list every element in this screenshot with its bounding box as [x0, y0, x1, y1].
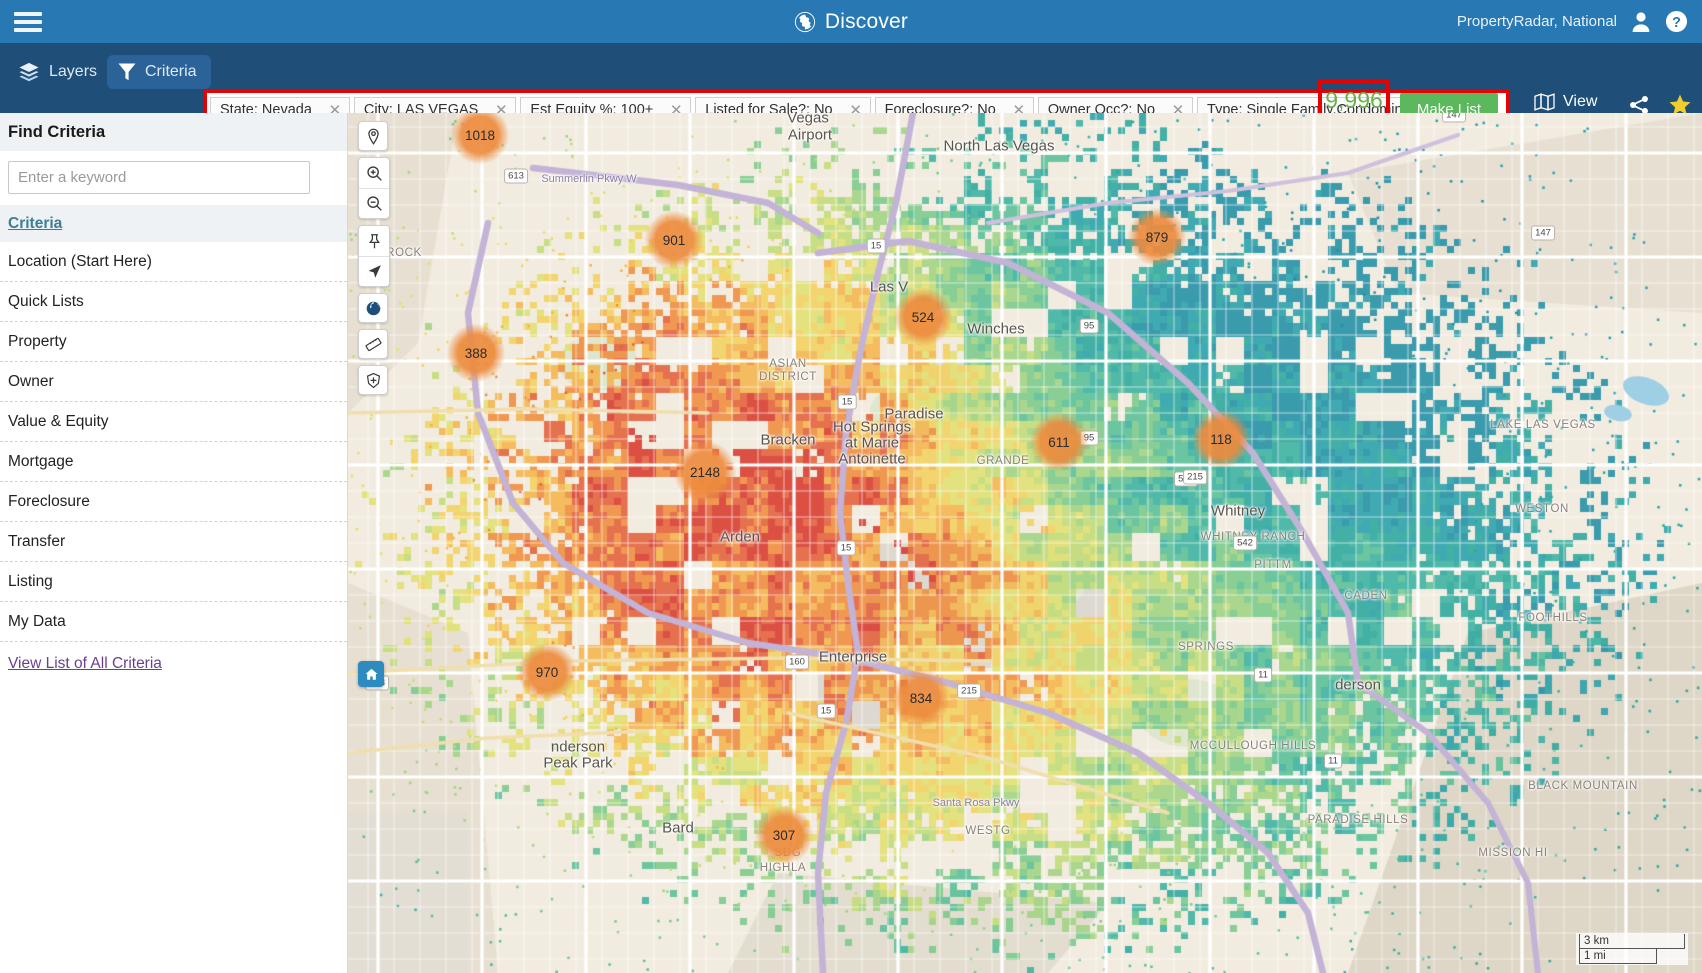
cluster-marker[interactable]: 524: [894, 288, 952, 346]
map-area[interactable]: 1018 901 879 524 388 611 118 2148 970 834 307 Vega…: [348, 113, 1702, 973]
cluster-marker[interactable]: 879: [1128, 208, 1186, 266]
account-name: PropertyRadar, National: [1456, 13, 1617, 30]
sidebar-item-value-equity[interactable]: Value & Equity: [0, 402, 347, 442]
cluster-marker[interactable]: 1018: [451, 113, 509, 164]
sidebar-item-property[interactable]: Property: [0, 322, 347, 362]
map-controls-top: [358, 121, 390, 401]
result-count-value: 9,996: [1325, 86, 1383, 113]
criteria-item-list: Location (Start Here) Quick Lists Property…: [0, 242, 347, 642]
sidebar-item-my-data[interactable]: My Data: [0, 602, 347, 642]
layers-button[interactable]: Layers: [8, 56, 107, 88]
add-shape-icon[interactable]: [358, 365, 388, 395]
sidebar-item-quick-lists[interactable]: Quick Lists: [0, 282, 347, 322]
view-all-criteria-wrap: View List of All Criteria: [0, 642, 347, 686]
pushpin-icon[interactable]: [359, 226, 389, 256]
criteria-label: Criteria: [145, 63, 197, 80]
locate-pin-icon[interactable]: [358, 121, 388, 151]
sidebar-heading: Find Criteria: [0, 113, 347, 151]
cluster-marker[interactable]: 611: [1030, 413, 1088, 471]
sidebar-item-label: My Data: [8, 612, 66, 630]
heatmap-canvas[interactable]: [348, 113, 1702, 973]
navigate-arrow-icon[interactable]: [359, 256, 389, 286]
map-book-icon: [1534, 93, 1555, 111]
sidebar-search-wrap: [0, 151, 347, 205]
scale-km: 3 km: [1579, 934, 1685, 949]
sidebar-item-label: Property: [8, 332, 67, 350]
cluster-marker[interactable]: 2148: [674, 441, 736, 503]
globe-icon: [794, 11, 815, 32]
criteria-section-header: Criteria: [0, 205, 347, 242]
help-icon[interactable]: ?: [1665, 10, 1688, 33]
sidebar-item-label: Mortgage: [8, 452, 74, 470]
criteria-button[interactable]: Criteria: [107, 55, 211, 89]
hamburger-menu-icon[interactable]: [6, 11, 50, 32]
top-bar: Discover PropertyRadar, National ?: [0, 0, 1702, 43]
cluster-marker[interactable]: 970: [518, 643, 576, 701]
scale-mi: 1 mi: [1579, 949, 1657, 964]
view-label: View: [1563, 93, 1598, 110]
page-title: Discover: [824, 9, 909, 33]
account-area: PropertyRadar, National ?: [1457, 0, 1688, 43]
svg-text:?: ?: [1672, 15, 1681, 31]
sidebar-item-label: Listing: [8, 572, 53, 590]
cluster-marker[interactable]: 834: [892, 669, 950, 727]
sidebar-item-label: Value & Equity: [8, 412, 109, 430]
zoom-controls: [358, 157, 390, 219]
view-button[interactable]: View: [1534, 93, 1597, 111]
cluster-marker[interactable]: 118: [1192, 410, 1250, 468]
globe-basemap-icon[interactable]: [358, 293, 388, 323]
pin-nav-controls: [358, 225, 390, 287]
cluster-marker[interactable]: 388: [447, 324, 505, 382]
criteria-link[interactable]: Criteria: [8, 215, 62, 233]
sidebar-item-listing[interactable]: Listing: [0, 562, 347, 602]
zoom-out-icon[interactable]: [359, 188, 389, 218]
sidebar-item-label: Location (Start Here): [8, 252, 152, 270]
zoom-in-icon[interactable]: [359, 158, 389, 188]
funnel-icon: [118, 63, 136, 81]
view-all-criteria-link[interactable]: View List of All Criteria: [8, 655, 162, 673]
sidebar-item-transfer[interactable]: Transfer: [0, 522, 347, 562]
sidebar-item-label: Transfer: [8, 532, 66, 550]
scale-bar: 3 km 1 mi: [1576, 933, 1688, 965]
layers-icon: [19, 62, 39, 82]
find-criteria-sidebar: Find Criteria Criteria Location (Start H…: [0, 113, 348, 973]
sidebar-item-owner[interactable]: Owner: [0, 362, 347, 402]
person-icon[interactable]: [1631, 11, 1651, 33]
sidebar-item-label: Owner: [8, 372, 54, 390]
sidebar-item-location-start-here[interactable]: Location (Start Here): [0, 242, 347, 282]
sidebar-item-label: Foreclosure: [8, 492, 90, 510]
sidebar-item-label: Quick Lists: [8, 292, 84, 310]
sidebar-item-mortgage[interactable]: Mortgage: [0, 442, 347, 482]
discover-app: Discover PropertyRadar, National ? Layer…: [0, 0, 1702, 973]
search-input[interactable]: [8, 161, 310, 194]
cluster-marker[interactable]: 901: [645, 211, 703, 269]
sidebar-item-foreclosure[interactable]: Foreclosure: [0, 482, 347, 522]
layers-label: Layers: [49, 63, 98, 80]
criteria-toolbar: Layers Criteria State: Nevada ✕ City: LAS …: [0, 43, 1702, 154]
cluster-marker[interactable]: 307: [755, 806, 813, 864]
app-title-group: Discover: [0, 0, 1702, 43]
home-icon[interactable]: [358, 661, 384, 687]
ruler-measure-icon[interactable]: [358, 329, 388, 359]
